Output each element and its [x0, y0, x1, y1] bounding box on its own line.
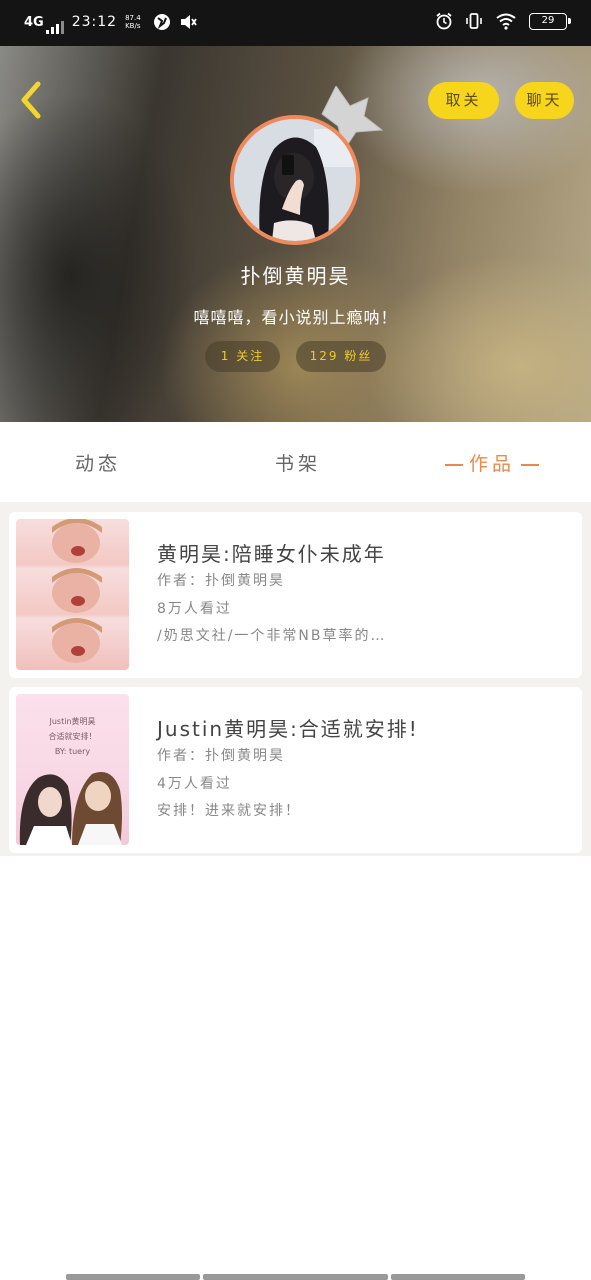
bio: 嘻嘻嘻，看小说别上瘾呐！ [193, 308, 398, 327]
speed-value: 87.4 [125, 14, 141, 22]
work-description: 安排！进来就安排！ [157, 803, 301, 819]
wifi-icon [496, 13, 516, 30]
work-author: 作者：扑倒黄明昊 [157, 748, 285, 764]
cover-text-line: BY: tuery [54, 747, 91, 756]
status-bar: 4G 23:12 87.4 KB/s 29 [0, 0, 591, 46]
network-type: 4G [24, 14, 44, 30]
cover-text-line: 合适就安排！ [48, 732, 97, 741]
work-title: Justin黄明昊:合适就安排! [157, 717, 419, 741]
battery-icon: 29 [529, 12, 571, 30]
gesture-bar-center[interactable] [203, 1274, 388, 1280]
work-views: 4万人看过 [157, 776, 232, 792]
gesture-bar-left[interactable] [66, 1274, 200, 1280]
work-views: 8万人看过 [157, 601, 232, 617]
avatar[interactable] [230, 115, 360, 245]
back-arrow-icon[interactable] [16, 80, 46, 120]
status-right: 29 [435, 12, 571, 30]
cover-text-line: Justin黄明昊 [49, 717, 96, 726]
username: 扑倒黄明昊 [240, 264, 351, 288]
tab-zuopin[interactable]: 作品 [432, 422, 552, 502]
tab-zuopin-label: 作品 [468, 453, 515, 475]
vpn-globe-icon [154, 14, 171, 30]
status-left: 4G 23:12 87.4 KB/s [24, 10, 197, 34]
mute-icon [181, 15, 197, 29]
tab-shujia[interactable]: 书架 [248, 422, 348, 502]
tab-dongtai[interactable]: 动态 [48, 422, 148, 502]
work-card[interactable]: Justin黄明昊 合适就安排！ BY: tuery Justin黄明昊:合适就… [9, 687, 582, 853]
network-speed: 87.4 KB/s [125, 14, 145, 30]
work-title: 黄明昊:陪睡女仆未成年 [157, 542, 386, 566]
work-description: /奶思文社/一个非常NB草率的… [157, 628, 387, 644]
speed-unit: KB/s [125, 22, 141, 30]
cover-text: Justin黄明昊 合适就安排！ BY: tuery [16, 714, 129, 759]
tab-active-dash-right [521, 463, 539, 466]
following-count-pill[interactable]: 1 关注 [205, 341, 280, 372]
book-cover: Justin黄明昊 合适就安排！ BY: tuery [16, 694, 129, 845]
fans-count-pill[interactable]: 129 粉丝 [296, 341, 386, 372]
work-author: 作者：扑倒黄明昊 [157, 573, 285, 589]
profile-tabs: 动态 书架 作品 [0, 422, 591, 502]
gesture-bar-right[interactable] [391, 1274, 525, 1280]
cover-image-icon [19, 772, 122, 845]
book-cover [16, 519, 129, 670]
tab-active-dash-left [444, 463, 463, 466]
cover-image-icon [52, 519, 102, 663]
clock: 23:12 [71, 14, 118, 30]
profile-header: 取关 聊天 扑倒黄明昊 嘻嘻嘻，看小说别上瘾呐！ 1 关注 129 粉丝 [0, 46, 591, 422]
work-card[interactable]: 黄明昊:陪睡女仆未成年 作者：扑倒黄明昊 8万人看过 /奶思文社/一个非常NB草… [9, 512, 582, 678]
alarm-icon [436, 12, 452, 30]
signal-icon [45, 20, 64, 34]
vibrate-icon [466, 13, 482, 29]
avatar-photo-icon [234, 119, 356, 241]
chat-button[interactable]: 聊天 [515, 82, 574, 119]
unfollow-button[interactable]: 取关 [428, 82, 499, 119]
